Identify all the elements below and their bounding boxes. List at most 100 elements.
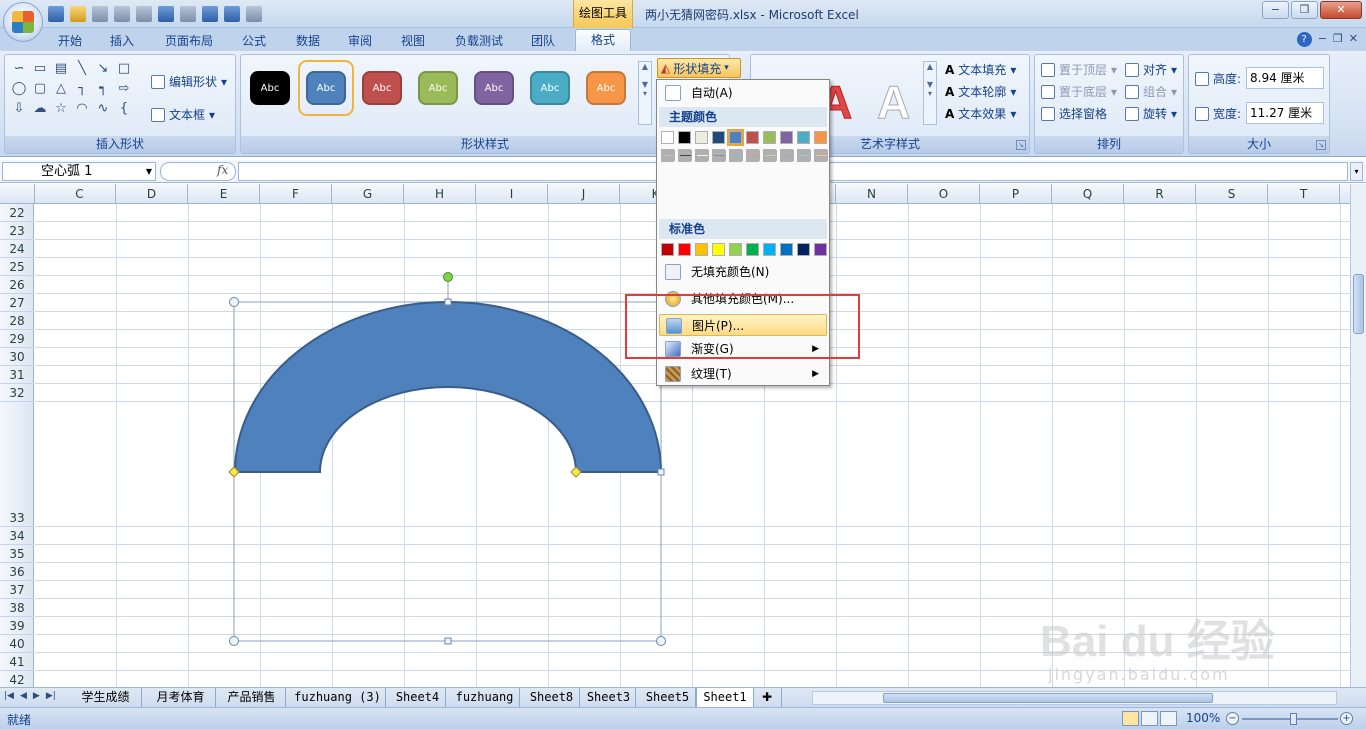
- row-header-29[interactable]: 29: [0, 330, 34, 348]
- group-button[interactable]: 组合 ▾: [1125, 83, 1177, 100]
- column-header-I[interactable]: I: [476, 184, 548, 204]
- tint-swatch[interactable]: [679, 158, 692, 162]
- row-header-23[interactable]: 23: [0, 222, 34, 240]
- tab-review[interactable]: 审阅: [342, 31, 378, 51]
- shape-freeform-icon[interactable]: ∿: [94, 100, 112, 117]
- table-icon[interactable]: [136, 6, 152, 22]
- sheet-tab[interactable]: 月考体育: [146, 688, 216, 707]
- row-header-30[interactable]: 30: [0, 348, 34, 366]
- sheet-tab[interactable]: Sheet8: [524, 688, 580, 707]
- column-header-J[interactable]: J: [548, 184, 620, 204]
- theme-color-swatch[interactable]: [712, 131, 725, 144]
- row-header-36[interactable]: 36: [0, 563, 34, 581]
- shape-down-arrow-icon[interactable]: ⇩: [10, 100, 28, 117]
- sheet-tab[interactable]: fuzhuang: [450, 688, 520, 707]
- theme-color-swatch[interactable]: [814, 131, 827, 144]
- theme-color-swatch[interactable]: [746, 131, 759, 144]
- shape-elbow-arrow-icon[interactable]: ┑: [94, 80, 112, 97]
- horizontal-scrollbar[interactable]: [812, 691, 1337, 705]
- expand-formula-bar-icon[interactable]: ▾: [1350, 162, 1363, 181]
- undo-icon[interactable]: [158, 6, 174, 22]
- standard-color-swatch[interactable]: [661, 243, 674, 256]
- row-header-27[interactable]: 27: [0, 294, 34, 312]
- row-header-31[interactable]: 31: [0, 366, 34, 384]
- theme-color-swatch[interactable]: [763, 131, 776, 144]
- prev-sheet-icon[interactable]: ◀: [20, 691, 27, 701]
- shape-style-1[interactable]: Abc: [247, 65, 293, 111]
- theme-color-swatch[interactable]: [780, 131, 793, 144]
- row-header-25[interactable]: 25: [0, 258, 34, 276]
- column-header-N[interactable]: N: [836, 184, 908, 204]
- theme-color-row[interactable]: [661, 129, 827, 146]
- row-header-38[interactable]: 38: [0, 599, 34, 617]
- shape-rect-icon[interactable]: □: [115, 60, 133, 77]
- tab-formulas[interactable]: 公式: [236, 31, 272, 51]
- shape-line-icon[interactable]: ╲: [73, 60, 91, 77]
- shape-star-icon[interactable]: ☆: [52, 100, 70, 117]
- zoom-knob[interactable]: [1290, 713, 1297, 725]
- shape-cloud-icon[interactable]: ☁: [31, 100, 49, 117]
- save-icon[interactable]: [48, 6, 64, 22]
- tab-team[interactable]: 团队: [525, 31, 561, 51]
- tab-format[interactable]: 格式: [575, 29, 631, 51]
- restore-button[interactable]: ❐: [1291, 1, 1318, 19]
- rotate-button[interactable]: 旋转 ▾: [1125, 105, 1177, 122]
- column-header-O[interactable]: O: [908, 184, 980, 204]
- shape-style-2[interactable]: Abc: [298, 60, 354, 116]
- page-break-view-icon[interactable]: [1160, 711, 1177, 726]
- row-header-41[interactable]: 41: [0, 653, 34, 671]
- row-header-32[interactable]: 32: [0, 384, 34, 402]
- column-header-F[interactable]: F: [260, 184, 332, 204]
- shape-style-6[interactable]: Abc: [527, 65, 573, 111]
- horizontal-scroll-thumb[interactable]: [883, 693, 1213, 703]
- theme-color-swatch[interactable]: [695, 131, 708, 144]
- column-header-R[interactable]: R: [1124, 184, 1196, 204]
- name-box-dropdown-icon[interactable]: ▼: [146, 163, 152, 180]
- row-header-35[interactable]: 35: [0, 545, 34, 563]
- column-header-E[interactable]: E: [188, 184, 260, 204]
- list-icon[interactable]: [246, 6, 262, 22]
- text-box-button[interactable]: 文本框 ▾: [151, 106, 215, 123]
- insert-sheet-icon[interactable]: ✚: [756, 688, 782, 707]
- standard-color-swatch[interactable]: [780, 243, 793, 256]
- name-box[interactable]: 空心弧 1 ▼: [2, 162, 156, 181]
- column-header-H[interactable]: H: [404, 184, 476, 204]
- tint-swatch[interactable]: [662, 158, 675, 162]
- page-layout-view-icon[interactable]: [1141, 711, 1158, 726]
- row-header-28[interactable]: 28: [0, 312, 34, 330]
- ribbon-close-icon[interactable]: ✕: [1349, 32, 1358, 47]
- wordart-white-icon[interactable]: A: [876, 75, 910, 129]
- print-icon[interactable]: [92, 6, 108, 22]
- row-header-26[interactable]: 26: [0, 276, 34, 294]
- form-icon[interactable]: [180, 6, 196, 22]
- theme-tint-grid[interactable]: [661, 149, 828, 162]
- tab-data[interactable]: 数据: [290, 31, 326, 51]
- format-painter-icon[interactable]: [114, 6, 130, 22]
- chart-icon[interactable]: [224, 6, 240, 22]
- wordart-dialog-launcher-icon[interactable]: ↘: [1016, 140, 1026, 150]
- tab-page-layout[interactable]: 页面布局: [160, 31, 218, 51]
- standard-color-swatch[interactable]: [814, 243, 827, 256]
- standard-color-swatch[interactable]: [746, 243, 759, 256]
- tint-swatch[interactable]: [815, 158, 828, 162]
- row-header-33[interactable]: 33: [0, 402, 34, 527]
- sheet-tab[interactable]: Sheet4: [390, 688, 446, 707]
- row-header-34[interactable]: 34: [0, 527, 34, 545]
- next-sheet-icon[interactable]: ▶: [33, 691, 40, 701]
- shape-roundrect-icon[interactable]: ▢: [31, 80, 49, 97]
- shape-style-3[interactable]: Abc: [359, 65, 405, 111]
- column-header-C[interactable]: C: [44, 184, 116, 204]
- tab-load-test[interactable]: 负载测试: [450, 31, 508, 51]
- office-button[interactable]: [3, 2, 43, 42]
- shape-textbox-icon[interactable]: ▭: [31, 60, 49, 77]
- theme-color-swatch[interactable]: [727, 129, 744, 146]
- text-fill-button[interactable]: A 文本填充 ▾: [945, 61, 1016, 78]
- tint-swatch[interactable]: [713, 158, 726, 162]
- help-icon[interactable]: ?: [1296, 32, 1312, 47]
- sheet-tab[interactable]: 产品销售: [218, 688, 286, 707]
- column-header-Q[interactable]: Q: [1052, 184, 1124, 204]
- tint-swatch[interactable]: [764, 158, 777, 162]
- zoom-slider[interactable]: − +: [1226, 712, 1356, 726]
- row-header-39[interactable]: 39: [0, 617, 34, 635]
- menu-item-no-fill[interactable]: 无填充颜色(N): [659, 261, 827, 283]
